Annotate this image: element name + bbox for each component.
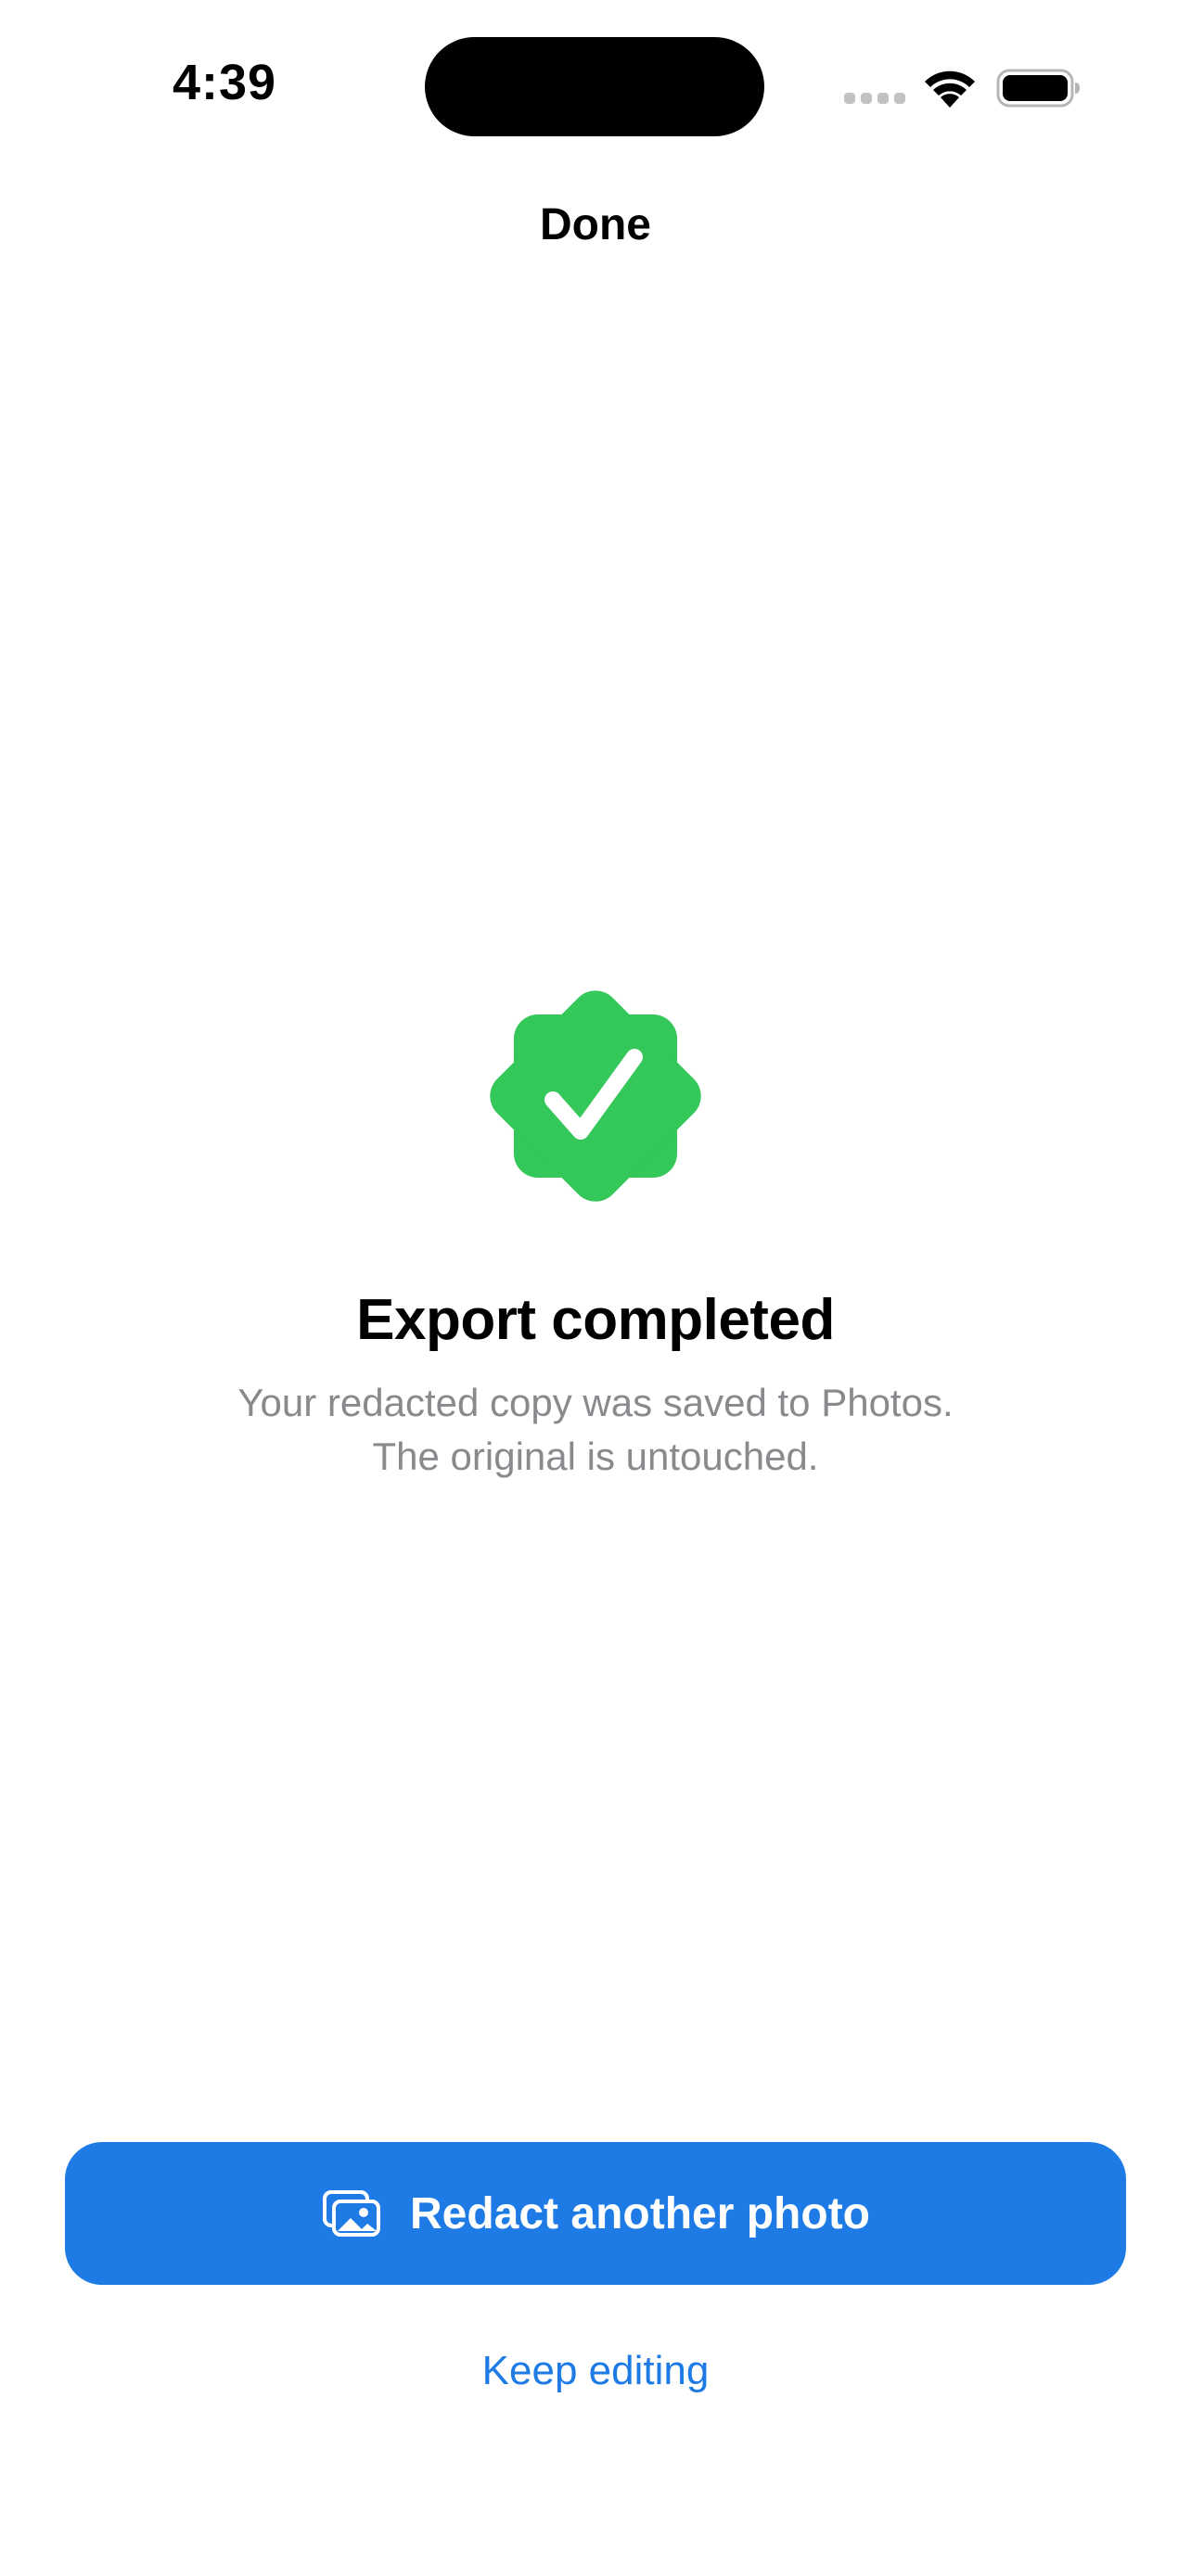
success-message-line-2: The original is untouched. bbox=[372, 1435, 819, 1478]
redact-another-photo-button[interactable]: Redact another photo bbox=[65, 2142, 1126, 2285]
battery-icon bbox=[996, 69, 1080, 108]
nav-title: Done bbox=[540, 200, 651, 249]
redact-another-photo-label: Redact another photo bbox=[409, 2188, 870, 2238]
success-message-line-1: Your redacted copy was saved to Photos. bbox=[237, 1381, 954, 1424]
status-bar: 4:39 bbox=[0, 0, 1191, 176]
success-title: Export completed bbox=[356, 1288, 835, 1352]
cellular-signal-icon bbox=[844, 93, 905, 106]
photos-stack-icon bbox=[322, 2190, 380, 2237]
keep-editing-link[interactable]: Keep editing bbox=[0, 2348, 1191, 2394]
success-message: Your redacted copy was saved to Photos. … bbox=[0, 1376, 1191, 1484]
status-time: 4:39 bbox=[173, 55, 277, 110]
checkmark-seal-icon bbox=[490, 990, 701, 1202]
wifi-icon bbox=[925, 70, 975, 108]
dynamic-island bbox=[425, 37, 764, 136]
